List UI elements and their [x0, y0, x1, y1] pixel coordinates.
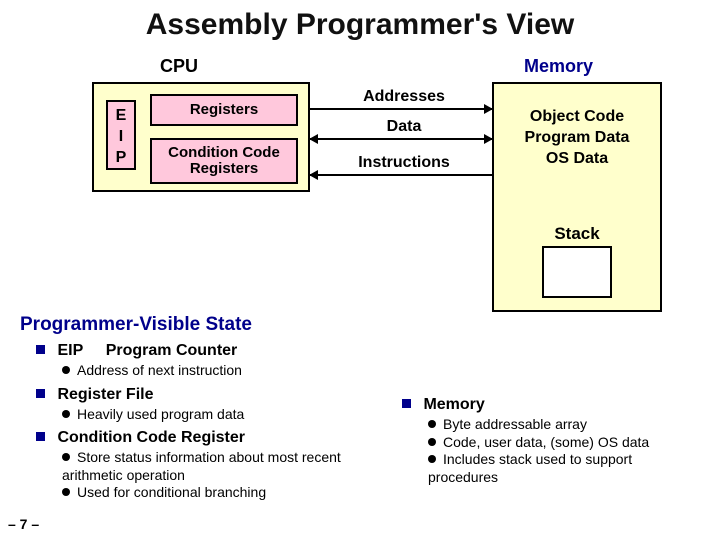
page-title: Assembly Programmer's View	[0, 8, 720, 42]
bus-label-instructions: Instructions	[344, 154, 464, 172]
item-head-secondary: Program Counter	[106, 342, 238, 359]
sub-bullet: Heavily used program data	[62, 406, 378, 424]
stack-label: Stack	[494, 224, 660, 244]
sub-bullet: Includes stack used to support procedure…	[428, 451, 702, 486]
page-number: – 7 –	[8, 516, 39, 532]
condition-codes-box: Condition Code Registers	[150, 138, 298, 184]
pv-state-list: EIP Program Counter Address of next inst…	[36, 342, 378, 508]
square-bullet-icon	[36, 389, 45, 398]
item-head: EIP	[57, 342, 83, 359]
list-item: EIP Program Counter Address of next inst…	[36, 342, 378, 380]
item-head: Register File	[57, 386, 153, 403]
item-head: Memory	[423, 396, 484, 413]
arrow-data	[310, 138, 492, 140]
memory-line: Object Code	[494, 107, 660, 127]
list-item: Condition Code Register Store status inf…	[36, 429, 378, 502]
memory-list: Memory Byte addressable array Code, user…	[402, 396, 702, 492]
bus-label-addresses: Addresses	[344, 88, 464, 106]
item-head: Condition Code Register	[57, 429, 245, 446]
registers-box: Registers	[150, 94, 298, 126]
memory-label: Memory	[524, 56, 593, 77]
bus-label-data: Data	[344, 118, 464, 136]
arrow-instructions	[310, 174, 492, 176]
list-item: Register File Heavily used program data	[36, 386, 378, 424]
memory-box: Object Code Program Data OS Data Stack	[492, 82, 662, 312]
square-bullet-icon	[402, 399, 411, 408]
sub-bullet: Byte addressable array	[428, 416, 702, 434]
section-heading: Programmer-Visible State	[20, 314, 252, 336]
sub-bullet: Address of next instruction	[62, 362, 378, 380]
list-item: Memory Byte addressable array Code, user…	[402, 396, 702, 486]
cpu-label: CPU	[160, 56, 198, 77]
arrow-addresses	[310, 108, 492, 110]
eip-register: E I P	[106, 100, 136, 170]
memory-line: Program Data	[494, 128, 660, 148]
sub-bullet: Code, user data, (some) OS data	[428, 434, 702, 452]
square-bullet-icon	[36, 345, 45, 354]
square-bullet-icon	[36, 432, 45, 441]
sub-bullet: Used for conditional branching	[62, 484, 378, 502]
memory-line: OS Data	[494, 149, 660, 169]
sub-bullet: Store status information about most rece…	[62, 449, 378, 484]
stack-box	[542, 246, 612, 298]
